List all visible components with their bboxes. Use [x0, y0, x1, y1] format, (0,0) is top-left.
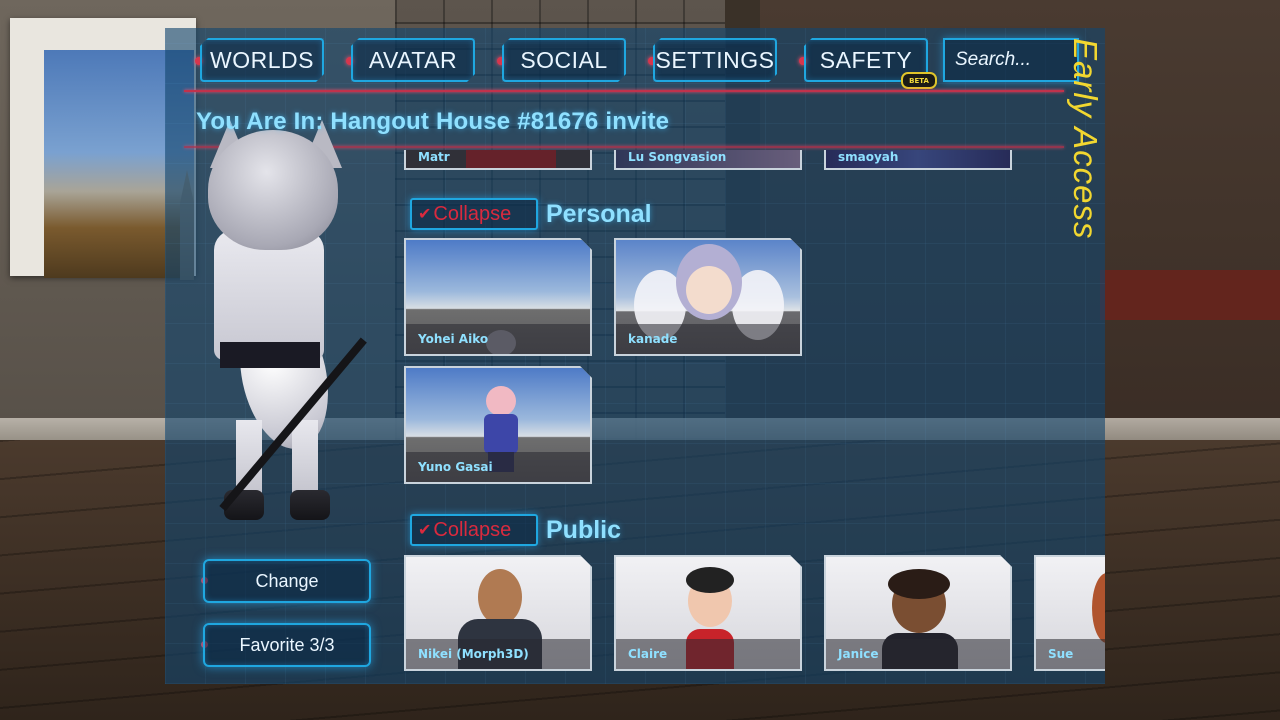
avatar-name: Claire — [616, 639, 800, 669]
search-input[interactable] — [943, 38, 1079, 82]
change-avatar-button[interactable]: Change — [203, 559, 371, 603]
avatar-list: Matr Lu Songvasion smaoyah ✔ Collapse Pe… — [400, 150, 1105, 684]
personal-section-title: Personal — [546, 199, 652, 228]
avatar-card[interactable]: Matr — [404, 150, 592, 170]
avatar-card[interactable]: Lu Songvasion — [614, 150, 802, 170]
avatar-card[interactable]: Yohei Aiko — [404, 238, 592, 356]
current-world-status: You Are In: Hangout House #81676 invite — [196, 108, 670, 135]
personal-collapse-button[interactable]: ✔ Collapse — [410, 198, 538, 230]
avatar-name: Nikei (Morph3D) — [406, 639, 590, 669]
chevron-down-icon: ✔ — [418, 522, 432, 539]
tab-settings[interactable]: SETTINGS — [653, 38, 777, 82]
header-divider — [184, 90, 1064, 92]
red-shelf — [1100, 270, 1280, 320]
tab-worlds[interactable]: WORLDS — [200, 38, 324, 82]
avatar-shoe — [290, 490, 330, 520]
avatar-name: Janice — [826, 639, 1010, 669]
avatar-card[interactable]: Janice — [824, 555, 1012, 671]
public-section-header: ✔ Collapse Public — [410, 514, 621, 546]
avatar-head — [208, 130, 338, 250]
avatar-name: Sue — [1036, 639, 1105, 669]
personal-section-header: ✔ Collapse Personal — [410, 198, 652, 230]
avatar-card[interactable]: Claire — [614, 555, 802, 671]
tab-avatar[interactable]: AVATAR — [351, 38, 475, 82]
avatar-card[interactable]: smaoyah — [824, 150, 1012, 170]
avatar-preview — [180, 120, 370, 540]
avatar-name: Yuno Gasai — [406, 452, 590, 482]
tab-social[interactable]: SOCIAL — [502, 38, 626, 82]
chevron-down-icon: ✔ — [418, 206, 432, 223]
avatar-card[interactable]: Yuno Gasai — [404, 366, 592, 484]
avatar-name: kanade — [616, 324, 800, 354]
avatar-name: smaoyah — [826, 150, 1010, 168]
collapse-label: Collapse — [433, 518, 512, 541]
avatar-name: Lu Songvasion — [616, 150, 800, 168]
avatar-skirt — [220, 342, 320, 368]
avatar-card[interactable]: Sue — [1034, 555, 1105, 671]
favorite-button[interactable]: Favorite 3/3 — [203, 623, 371, 667]
public-collapse-button[interactable]: ✔ Collapse — [410, 514, 538, 546]
collapse-label: Collapse — [433, 202, 512, 225]
beta-badge: BETA — [901, 72, 937, 89]
avatar-name: Yohei Aiko — [406, 324, 590, 354]
avatar-card[interactable]: Nikei (Morph3D) — [404, 555, 592, 671]
avatar-card[interactable]: kanade — [614, 238, 802, 356]
avatar-name: Matr — [406, 150, 590, 168]
public-section-title: Public — [546, 515, 622, 544]
